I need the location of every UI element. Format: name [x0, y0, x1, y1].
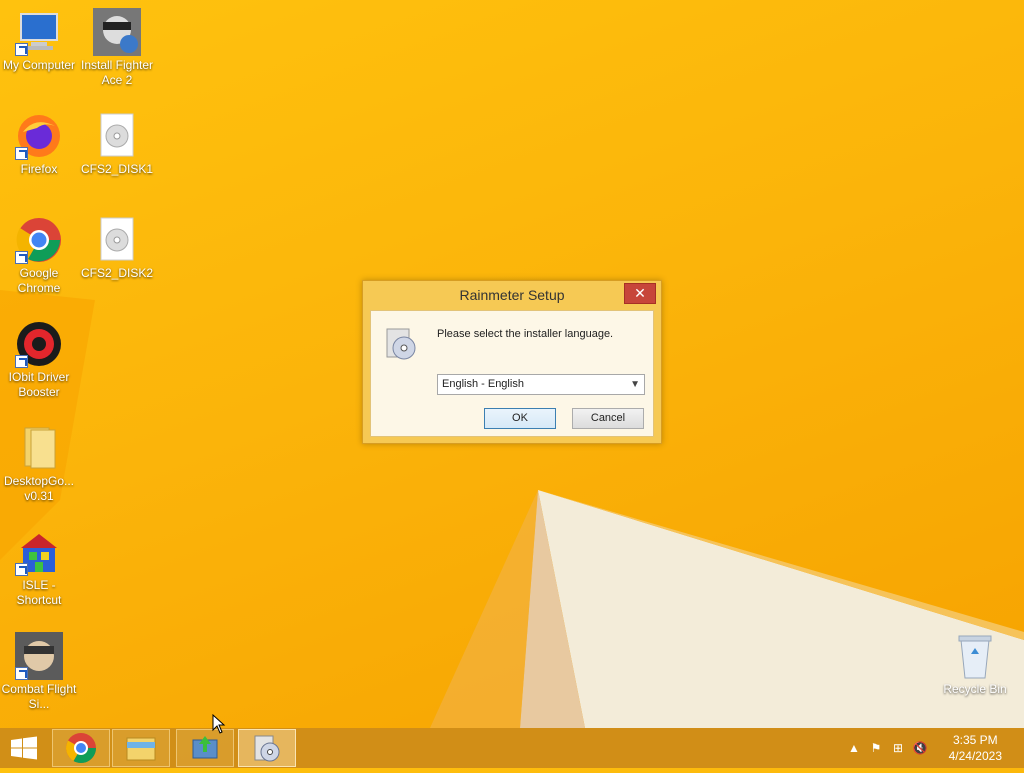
shortcut-arrow-icon — [15, 563, 28, 576]
desktop-icon-my-computer[interactable]: My Computer — [0, 8, 78, 73]
dialog-prompt: Please select the installer language. — [437, 328, 614, 340]
flag-icon[interactable]: ⚑ — [868, 740, 884, 756]
close-icon: ✕ — [634, 285, 646, 301]
setup-icon — [385, 327, 417, 361]
combat-flight-sim-icon — [15, 632, 63, 680]
shortcut-arrow-icon — [15, 667, 28, 680]
chevron-down-icon: ▼ — [630, 379, 640, 390]
desktop-icon-label: DesktopGo... v0.31 — [3, 474, 75, 503]
close-button[interactable]: ✕ — [624, 283, 656, 304]
rainmeter-setup-dialog: Rainmeter Setup ✕ Please select the inst… — [362, 280, 662, 444]
clock-time: 3:35 PM — [952, 733, 998, 747]
chrome-icon — [15, 216, 63, 264]
dialog-body: Please select the installer language. En… — [370, 310, 654, 437]
installer-taskbar-button[interactable] — [176, 729, 234, 767]
ok-button[interactable]: OK — [484, 408, 556, 429]
desktop-icon-install-fighter-ace[interactable]: Install Fighter Ace 2 — [78, 8, 156, 88]
disc-image-icon — [93, 112, 141, 160]
windows-logo-icon — [11, 736, 37, 760]
desktop-icon-cfs2-disk1[interactable]: CFS2_DISK1 — [78, 112, 156, 177]
shortcut-arrow-icon — [15, 147, 28, 160]
shortcut-arrow-icon — [15, 355, 28, 368]
dialog-title: Rainmeter Setup — [459, 287, 565, 303]
folder-icon — [15, 424, 63, 472]
isle-icon — [15, 528, 63, 576]
desktop-icon-label: Install Fighter Ace 2 — [80, 58, 154, 87]
language-select[interactable]: English - English ▼ — [437, 374, 645, 395]
desktop-icon-firefox[interactable]: Firefox — [0, 112, 78, 177]
desktop-icon-label: Combat Flight Si... — [1, 682, 77, 711]
start-button[interactable] — [0, 728, 48, 768]
taskbar: ▲ ⚑ ⊞ 🔇 3:35 PM 4/24/2023 — [0, 728, 1024, 768]
firefox-icon — [15, 112, 63, 160]
desktop-icon-label: Google Chrome — [17, 266, 61, 295]
setup-icon — [254, 735, 280, 762]
desktop-icon-combat-flight-sim[interactable]: Combat Flight Si... — [0, 632, 78, 712]
desktop-icon-label: CFS2_DISK1 — [80, 162, 154, 176]
chrome-icon — [65, 733, 96, 764]
chrome-taskbar-button[interactable] — [52, 729, 110, 767]
desktop-icon-cfs2-disk2[interactable]: CFS2_DISK2 — [78, 216, 156, 281]
recycle-bin-icon — [951, 632, 999, 680]
shortcut-arrow-icon — [15, 251, 28, 264]
clock[interactable]: 3:35 PM 4/24/2023 — [949, 732, 1002, 764]
desktop-icon-iobit-driver-booster[interactable]: IObit Driver Booster — [0, 320, 78, 400]
rainmeter-setup-taskbar-button[interactable] — [238, 729, 296, 767]
system-tray: ▲ ⚑ ⊞ 🔇 3:35 PM 4/24/2023 — [844, 728, 1024, 768]
fighter-ace-installer-icon — [93, 8, 141, 56]
cancel-button[interactable]: Cancel — [572, 408, 644, 429]
desktop-icon-label: My Computer — [2, 58, 76, 72]
mouse-cursor-icon — [212, 714, 226, 734]
desktop-icon-isle-shortcut[interactable]: ISLE - Shortcut — [0, 528, 78, 608]
desktop-icon-google-chrome[interactable]: Google Chrome — [0, 216, 78, 296]
disc-image-icon — [93, 216, 141, 264]
clock-date: 4/24/2023 — [948, 749, 1002, 763]
desktop-icon-desktopgo[interactable]: DesktopGo... v0.31 — [0, 424, 78, 504]
language-select-value: English - English — [442, 378, 524, 390]
desktop-icon-label: Recycle Bin — [943, 682, 1007, 696]
computer-icon — [15, 8, 63, 56]
desktop-icon-recycle-bin[interactable]: Recycle Bin — [936, 632, 1014, 697]
volume-muted-icon[interactable]: 🔇 — [912, 740, 928, 756]
file-explorer-taskbar-button[interactable] — [112, 729, 170, 767]
installer-icon — [192, 736, 218, 759]
driver-booster-icon — [15, 320, 63, 368]
shortcut-arrow-icon — [15, 43, 28, 56]
chevron-up-icon[interactable]: ▲ — [846, 740, 862, 756]
desktop-icon-label: ISLE - Shortcut — [16, 578, 62, 607]
desktop-icon-label: Firefox — [20, 162, 58, 176]
desktop-icon-label: IObit Driver Booster — [8, 370, 70, 399]
desktop-icon-label: CFS2_DISK2 — [80, 266, 154, 280]
network-icon[interactable]: ⊞ — [890, 740, 906, 756]
folder-icon — [126, 737, 156, 761]
